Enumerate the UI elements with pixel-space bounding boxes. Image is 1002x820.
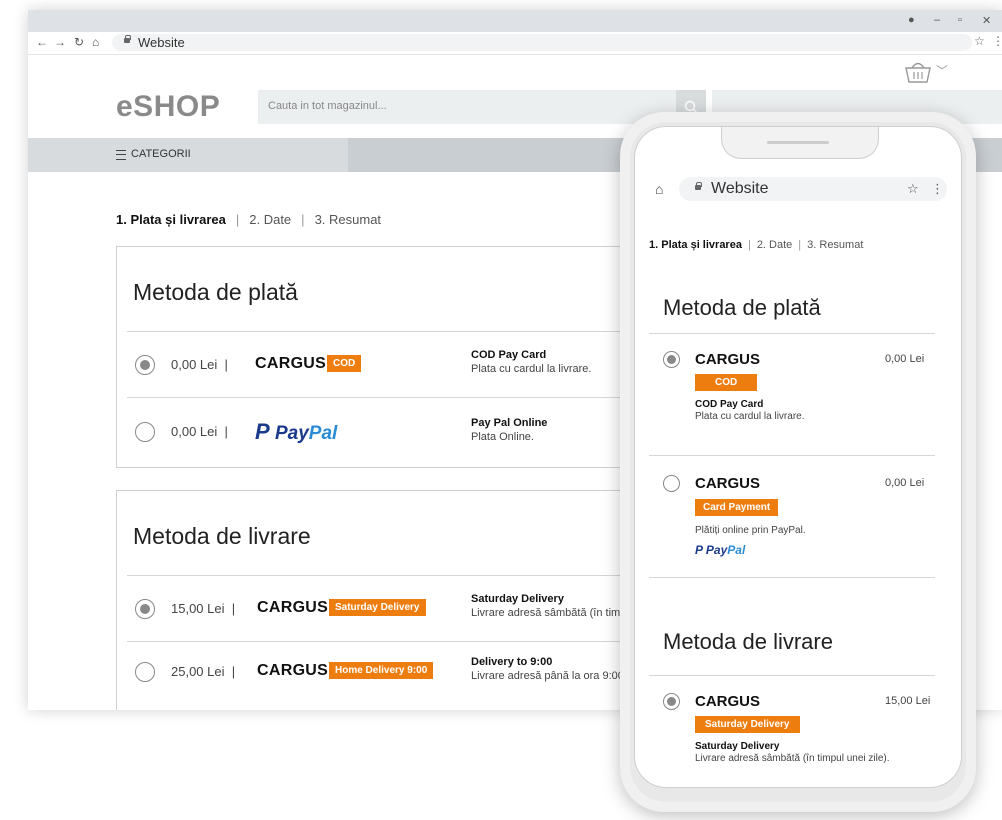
step-summary[interactable]: 3. Resumat bbox=[315, 212, 381, 227]
divider bbox=[649, 455, 935, 456]
divider bbox=[649, 333, 935, 334]
option-price: 0,00 Lei bbox=[885, 477, 925, 489]
option-description: Plătiți online prin PayPal. bbox=[695, 525, 806, 536]
profile-icon[interactable]: ● bbox=[908, 14, 915, 26]
mobile-delivery-title: Metoda de livrare bbox=[663, 629, 833, 654]
option-price: 0,00 Lei bbox=[885, 353, 925, 365]
option-description: Plata Online. bbox=[471, 431, 534, 443]
menu-dots-icon[interactable]: ⋮ bbox=[992, 34, 1002, 48]
mobile-payment-radio-card[interactable] bbox=[663, 475, 680, 492]
back-arrow-icon[interactable]: ← bbox=[36, 35, 48, 49]
minimize-button[interactable]: – bbox=[934, 14, 940, 26]
browser-titlebar: ● – ▫ ✕ bbox=[28, 10, 1002, 32]
step-data[interactable]: 2. Date bbox=[249, 212, 291, 227]
lock-icon bbox=[695, 182, 702, 190]
mobile-screen: ⌂ Website ☆ ⋮ 1. Plata și livrarea | 2. Da… bbox=[634, 126, 962, 788]
option-title: Delivery to 9:00 bbox=[471, 656, 553, 668]
mobile-phone-frame: ⌂ Website ☆ ⋮ 1. Plata și livrarea | 2. Da… bbox=[620, 112, 976, 812]
address-bar: ← → ↻ ⌂ Website ☆ ⋮ bbox=[28, 32, 1002, 55]
reload-icon[interactable]: ↻ bbox=[74, 35, 84, 49]
close-button[interactable]: ✕ bbox=[982, 14, 991, 27]
hamburger-icon bbox=[116, 150, 126, 160]
menu-dots-icon[interactable]: ⋮ bbox=[931, 181, 944, 197]
mobile-url-text[interactable]: Website bbox=[711, 180, 769, 198]
option-price: 15,00 Lei bbox=[885, 695, 931, 707]
mobile-payment-radio-cod[interactable] bbox=[663, 351, 680, 368]
payment-radio-paypal[interactable] bbox=[135, 422, 155, 442]
search-input[interactable] bbox=[258, 90, 678, 122]
option-title: Saturday Delivery bbox=[695, 741, 780, 752]
step-summary[interactable]: 3. Resumat bbox=[807, 239, 863, 251]
mobile-delivery-radio-saturday[interactable] bbox=[663, 693, 680, 710]
option-title: Saturday Delivery bbox=[471, 593, 564, 605]
checkout-steps: 1. Plata și livrarea | 2. Date | 3. Resumat bbox=[116, 212, 381, 227]
url-text[interactable]: Website bbox=[138, 35, 185, 50]
step-payment-delivery[interactable]: 1. Plata și livrarea bbox=[649, 239, 742, 251]
step-separator: | bbox=[301, 212, 305, 227]
categories-label[interactable]: CATEGORII bbox=[131, 148, 191, 160]
option-description: Plata cu cardul la livrare. bbox=[695, 411, 805, 422]
saturday-delivery-tag: Saturday Delivery bbox=[695, 716, 800, 733]
option-description: Livrare adresă până la ora 9:00 (liv bbox=[471, 670, 641, 682]
cargus-logo: CARGUS bbox=[695, 351, 761, 368]
option-title: COD Pay Card bbox=[471, 349, 547, 361]
option-title: Pay Pal Online bbox=[471, 417, 548, 429]
forward-arrow-icon[interactable]: → bbox=[54, 35, 66, 49]
cargus-logo: CARGUS bbox=[695, 693, 761, 710]
divider bbox=[649, 675, 935, 676]
home-delivery-tag: Home Delivery 9:00 bbox=[329, 662, 434, 679]
step-separator: | bbox=[798, 239, 802, 251]
option-description: Livrare adresă sâmbătă (în timpul unei z… bbox=[695, 753, 890, 764]
payment-radio-cod[interactable] bbox=[135, 355, 155, 375]
paypal-logo: P PayPal bbox=[255, 419, 338, 444]
cargus-logo: CARGUS bbox=[255, 355, 327, 372]
phone-speaker bbox=[767, 141, 829, 144]
paypal-p-icon: P bbox=[695, 543, 703, 557]
option-description: Plata cu cardul la livrare. bbox=[471, 363, 592, 375]
cart-icon[interactable] bbox=[904, 60, 932, 84]
saturday-delivery-tag: Saturday Delivery bbox=[329, 599, 426, 616]
bookmark-star-icon[interactable]: ☆ bbox=[907, 181, 919, 197]
mobile-payment-title: Metoda de plată bbox=[663, 295, 821, 320]
option-description: Livrare adresă sâmbătă (în timpul bbox=[471, 607, 635, 619]
divider bbox=[649, 577, 935, 578]
payment-method-title: Metoda de plată bbox=[133, 279, 298, 305]
paypal-logo: P PayPal bbox=[695, 543, 746, 557]
paypal-p-icon: P bbox=[255, 419, 270, 444]
url-field[interactable] bbox=[112, 34, 972, 51]
delivery-method-title: Metoda de livrare bbox=[133, 523, 311, 549]
cod-tag: COD bbox=[695, 374, 758, 391]
cargus-logo: CARGUS bbox=[257, 599, 329, 616]
chevron-down-icon[interactable]: ﹀ bbox=[936, 62, 948, 79]
lock-icon bbox=[124, 35, 131, 43]
option-price: 0,00 Lei | bbox=[171, 357, 228, 372]
home-icon[interactable]: ⌂ bbox=[92, 35, 99, 49]
bookmark-star-icon[interactable]: ☆ bbox=[974, 34, 985, 48]
step-separator: | bbox=[235, 212, 240, 227]
mobile-checkout-steps: 1. Plata și livrarea | 2. Date | 3. Resumat bbox=[649, 239, 863, 251]
maximize-button[interactable]: ▫ bbox=[958, 14, 962, 26]
shop-logo[interactable]: eSHOP bbox=[116, 90, 220, 124]
cargus-logo: CARGUS bbox=[695, 475, 761, 492]
step-payment-delivery[interactable]: 1. Plata și livrarea bbox=[116, 212, 226, 227]
option-price: 25,00 Lei | bbox=[171, 664, 236, 679]
card-payment-tag: Card Payment bbox=[695, 499, 779, 516]
delivery-radio-home[interactable] bbox=[135, 662, 155, 682]
cod-tag: COD bbox=[327, 355, 362, 372]
step-separator: | bbox=[747, 239, 751, 251]
option-title: COD Pay Card bbox=[695, 399, 764, 410]
option-price: 0,00 Lei | bbox=[171, 424, 228, 439]
home-icon[interactable]: ⌂ bbox=[655, 181, 663, 197]
delivery-radio-saturday[interactable] bbox=[135, 599, 155, 619]
step-data[interactable]: 2. Date bbox=[757, 239, 792, 251]
option-price: 15,00 Lei | bbox=[171, 601, 236, 616]
cargus-logo: CARGUS bbox=[257, 662, 329, 679]
